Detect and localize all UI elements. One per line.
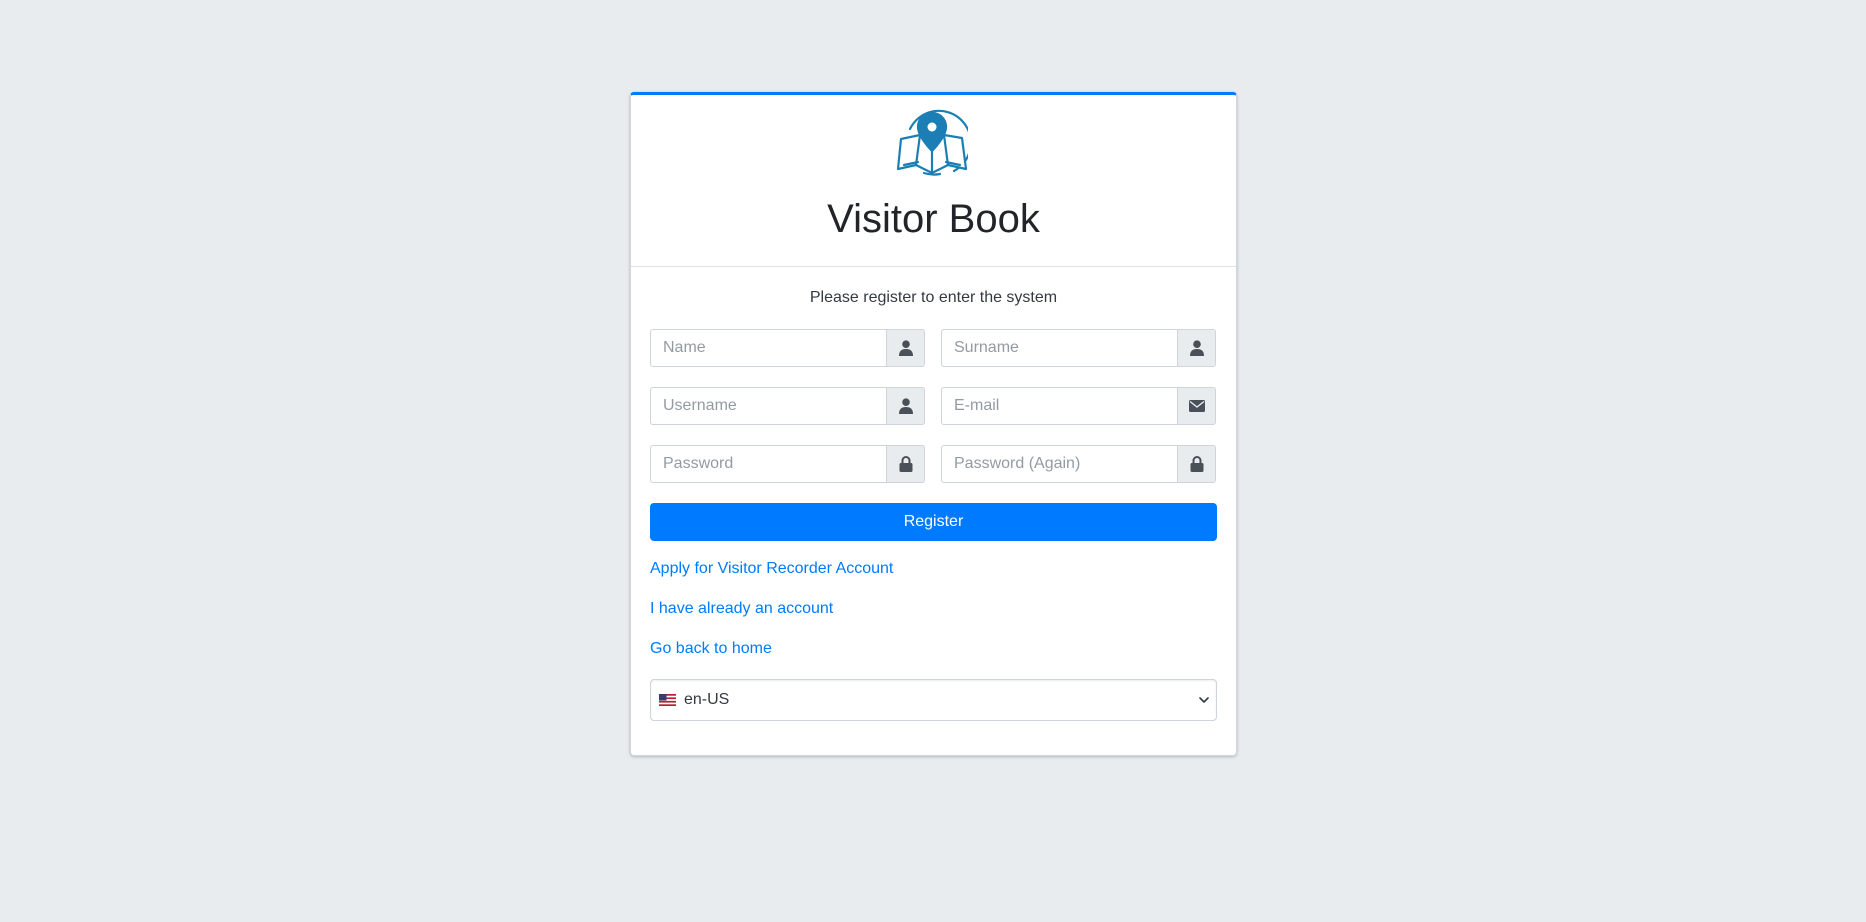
- register-message: Please register to enter the system: [809, 289, 1058, 306]
- app-title: Visitor Book: [827, 197, 1040, 241]
- email-input-group: [941, 387, 1216, 425]
- name-input[interactable]: [650, 329, 886, 367]
- surname-input[interactable]: [941, 329, 1177, 367]
- user-icon: [1189, 340, 1204, 356]
- password-again-input[interactable]: [941, 445, 1177, 483]
- form-row-names: [650, 329, 1217, 367]
- register-button[interactable]: Register: [650, 503, 1217, 541]
- lock-icon: [1190, 456, 1203, 472]
- form-row-account: [650, 387, 1217, 425]
- apply-visitor-recorder-link[interactable]: Apply for Visitor Recorder Account: [650, 559, 1217, 579]
- email-addon: [1177, 387, 1216, 425]
- name-addon: [886, 329, 925, 367]
- card-header: Visitor Book: [631, 95, 1236, 267]
- email-input[interactable]: [941, 387, 1177, 425]
- language-select[interactable]: en-US: [650, 679, 1217, 721]
- lock-icon: [899, 456, 912, 472]
- username-input[interactable]: [650, 387, 886, 425]
- password-again-addon: [1177, 445, 1216, 483]
- password-input-group: [650, 445, 925, 483]
- user-icon: [898, 340, 913, 356]
- language-selected-value: en-US: [684, 691, 730, 708]
- username-input-group: [650, 387, 925, 425]
- user-icon: [898, 398, 913, 414]
- name-input-group: [650, 329, 925, 367]
- form-row-passwords: [650, 445, 1217, 483]
- envelope-icon: [1188, 400, 1205, 412]
- links-section: Apply for Visitor Recorder Account I hav…: [650, 559, 1217, 659]
- password-again-input-group: [941, 445, 1216, 483]
- password-input[interactable]: [650, 445, 886, 483]
- password-addon: [886, 445, 925, 483]
- us-flag-icon: [659, 694, 676, 706]
- surname-input-group: [941, 329, 1216, 367]
- go-home-link[interactable]: Go back to home: [650, 639, 1217, 659]
- username-addon: [886, 387, 925, 425]
- register-card: Visitor Book Please register to enter th…: [630, 92, 1237, 756]
- card-body: Please register to enter the system Name…: [631, 267, 1236, 721]
- login-link[interactable]: I have already an account: [650, 599, 1217, 619]
- chevron-down-icon: [1199, 697, 1209, 703]
- map-pin-book-icon: [896, 109, 968, 176]
- surname-addon: [1177, 329, 1216, 367]
